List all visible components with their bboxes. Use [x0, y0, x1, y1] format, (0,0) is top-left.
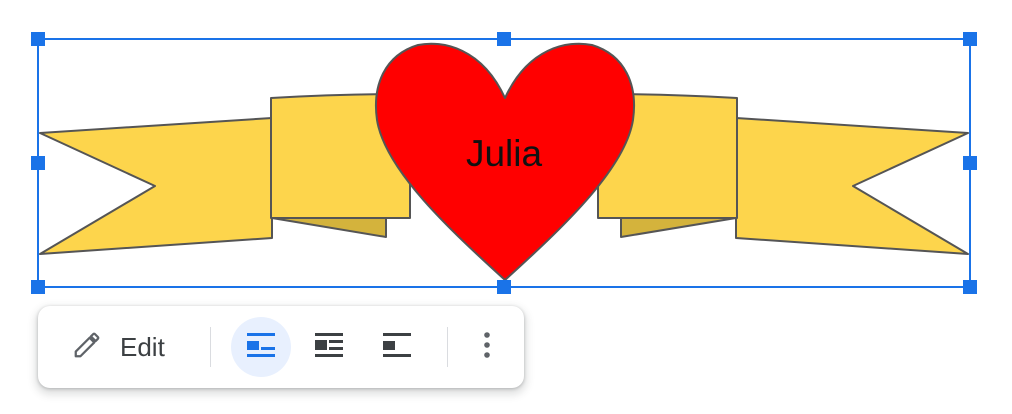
wrap-text-button[interactable] [299, 317, 359, 377]
wrap-inline-button[interactable] [231, 317, 291, 377]
image-options-toolbar: Edit [38, 306, 524, 388]
resize-handle-bottom-center[interactable] [497, 280, 511, 294]
resize-handle-top-right[interactable] [963, 32, 977, 46]
ribbon-right-fold [620, 217, 737, 238]
edit-button[interactable]: Edit [72, 326, 165, 368]
more-vert-icon [482, 330, 492, 365]
wrap-inline-icon [246, 332, 276, 363]
edit-label: Edit [120, 331, 165, 362]
break-text-button[interactable] [367, 317, 427, 377]
toolbar-divider [447, 327, 448, 367]
more-options-button[interactable] [457, 317, 517, 377]
drawing-label: Julia [466, 133, 543, 174]
resize-handle-bottom-left[interactable] [31, 280, 45, 294]
resize-handle-top-center[interactable] [497, 32, 511, 46]
pencil-icon [72, 330, 102, 365]
break-text-icon [382, 332, 412, 363]
wrap-text-icon [314, 332, 344, 363]
toolbar-divider [210, 327, 211, 367]
resize-handle-top-left[interactable] [31, 32, 45, 46]
resize-handle-bottom-right[interactable] [963, 280, 977, 294]
ribbon-left-fold [271, 217, 387, 238]
ribbon-right-tail [735, 117, 969, 255]
ribbon-left-tail [39, 117, 273, 255]
drawing-canvas[interactable]: Julia [0, 0, 1012, 300]
resize-handle-middle-left[interactable] [31, 156, 45, 170]
resize-handle-middle-right[interactable] [963, 156, 977, 170]
